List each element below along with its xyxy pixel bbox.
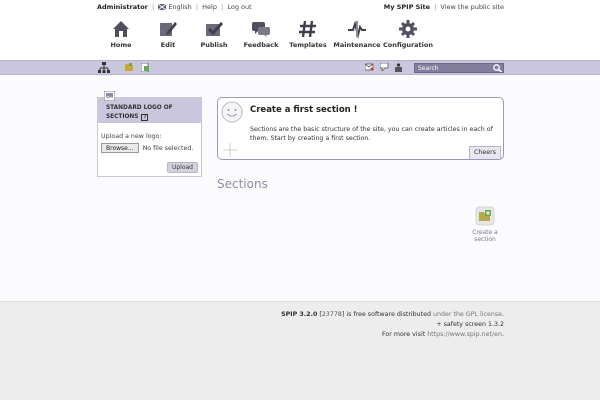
file-status: No file selected. [142,145,194,152]
language-link[interactable]: English [168,3,191,11]
nav-feedback-label: Feedback [243,41,279,49]
check-icon [206,21,224,36]
logo-box-body: Upload a new logo: Browse... No file sel… [98,123,201,153]
nav-maintenance-label: Maintenance [333,41,381,49]
logout-link[interactable]: Log out [227,3,251,11]
hash-icon [299,20,316,38]
license-link[interactable]: under the GPL license [433,311,502,318]
pencil-icon [160,22,177,36]
logo-image-icon [104,91,115,101]
pulse-icon [348,20,366,39]
smiley-icon [221,101,243,123]
search-input[interactable] [415,64,489,73]
nav-configuration[interactable]: Configuration [378,19,438,49]
site-map-icon[interactable] [98,62,110,74]
folder-add-icon[interactable] [125,63,133,71]
toolbar [0,60,600,75]
upload-label: Upload a new logo: [101,133,162,140]
search-box [414,63,504,73]
intro-text: Sections are the basic structure of the … [250,126,493,142]
create-section-label: Create a section [472,229,498,243]
help-link[interactable]: Help [202,3,217,11]
logo-box-header: STANDARD LOGO OF SECTIONS? [98,91,201,123]
page-title: Sections [217,177,268,191]
main-navigation: Home Edit Publish Feedback Templates Mai… [0,15,600,60]
logo-box: STANDARD LOGO OF SECTIONS? Upload a new … [97,91,202,177]
intro-box: Create a first section ! Sections are th… [217,97,504,160]
view-public-site-link[interactable]: View the public site [440,3,504,11]
logo-box-title: STANDARD LOGO OF SECTIONS [106,105,173,120]
plus-icon [223,143,237,157]
nav-home-label: Home [110,41,132,49]
language-flag-icon [158,4,167,10]
build-close: ] [341,311,345,318]
safety-screen-text: + safety screen 1.3.2 [436,321,504,328]
chat-icon[interactable] [380,63,389,71]
document-add-icon[interactable] [141,63,149,72]
visit-text: For more visit [382,331,426,338]
top-bar-left: Administrator | English | Help | Log out [97,3,252,11]
nav-templates-label: Templates [289,41,327,49]
search-icon[interactable] [493,64,502,72]
cheers-button[interactable]: Cheers [468,146,501,159]
user-link[interactable]: Administrator [97,3,148,11]
footer-line-1: SPIP 3.2.0 [23778] is free software dist… [281,311,504,318]
mail-icon[interactable] [365,63,374,71]
footer-text: SPIP 3.2.0 [23778] is free software dist… [281,310,504,340]
help-icon[interactable]: ? [141,114,149,121]
file-picker: Browse... No file selected. [101,143,198,153]
nav-edit-label: Edit [160,41,176,49]
create-section-icon [475,206,495,226]
home-icon [113,21,129,37]
top-bar: Administrator | English | Help | Log out… [0,0,600,15]
nav-publish-label: Publish [200,41,228,49]
product-name: SPIP 3.2.0 [281,311,318,318]
footer-line-3: For more visit https://www.spip.net/en. [382,331,504,338]
top-bar-right: My SPIP Site | View the public site [383,3,504,11]
intro-title: Create a first section ! [250,105,358,115]
footer: SPIP 3.2.0 [23778] is free software dist… [0,301,600,400]
nav-configuration-label: Configuration [383,41,433,49]
browse-button[interactable]: Browse... [101,143,139,153]
visitors-icon[interactable] [394,63,403,72]
speech-bubbles-icon [252,22,270,37]
create-section-button[interactable]: Create a section [467,206,503,243]
site-name-link[interactable]: My SPIP Site [384,3,430,11]
build-number-link[interactable]: 23778 [322,311,342,318]
free-software-text: is free software distributed [346,311,432,318]
upload-button[interactable]: Upload [166,162,198,173]
gear-icon [399,20,417,38]
spip-site-link[interactable]: https://www.spip.net/en [427,331,502,338]
